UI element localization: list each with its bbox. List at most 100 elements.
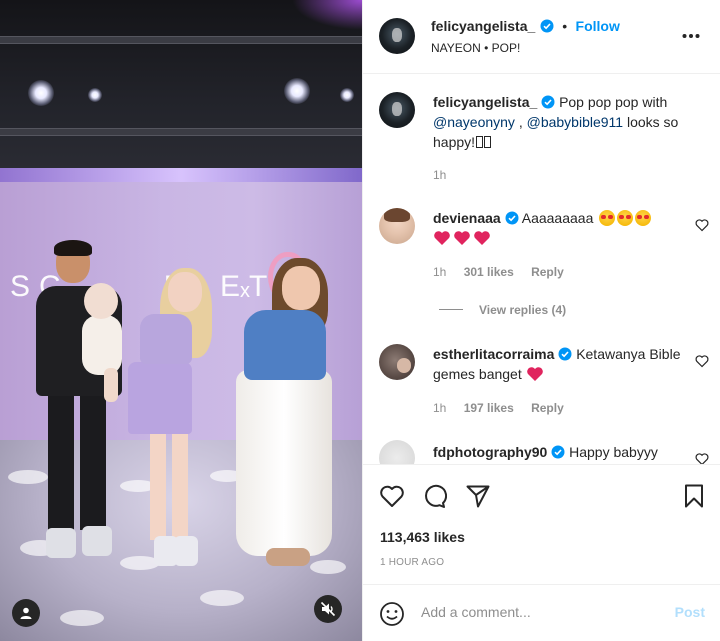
tagged-users-button[interactable] bbox=[12, 599, 40, 627]
caption-username[interactable]: felicyangelista_ bbox=[433, 94, 537, 110]
red-heart-emoji-icon bbox=[474, 231, 490, 245]
mute-button[interactable] bbox=[314, 595, 342, 623]
person-girl bbox=[174, 536, 198, 566]
header-user-row: felicyangelista_ • Follow bbox=[431, 18, 620, 36]
emoji-picker-icon[interactable] bbox=[379, 601, 405, 627]
person-baby bbox=[104, 368, 118, 402]
stage-spotlight bbox=[284, 78, 310, 104]
person-girl bbox=[128, 362, 192, 434]
missing-glyph-icon bbox=[484, 136, 492, 148]
person-man bbox=[46, 528, 76, 558]
ceiling-truss bbox=[0, 36, 362, 44]
comment-likes[interactable]: 197 likes bbox=[464, 401, 514, 415]
comment-meta: 1h 197 likes Reply bbox=[433, 401, 564, 415]
star-struck-emoji-icon bbox=[617, 210, 634, 226]
stage-spotlight bbox=[88, 88, 102, 102]
reply-button[interactable]: Reply bbox=[531, 401, 564, 415]
avatar[interactable] bbox=[379, 344, 415, 380]
like-comment-heart-icon[interactable] bbox=[695, 354, 709, 368]
red-heart-emoji-icon bbox=[454, 231, 470, 245]
speaker-muted-icon bbox=[320, 601, 336, 617]
avatar[interactable] bbox=[379, 440, 415, 464]
caption-timestamp[interactable]: 1h bbox=[433, 168, 446, 182]
verified-badge-icon bbox=[551, 445, 565, 459]
post-header: felicyangelista_ • Follow NAYEON • POP! bbox=[363, 0, 720, 74]
comments-list[interactable]: felicyangelista_ Pop pop pop with @nayeo… bbox=[363, 74, 720, 464]
comment-likes[interactable]: 301 likes bbox=[464, 265, 514, 279]
avatar[interactable] bbox=[379, 208, 415, 244]
ceiling-truss bbox=[0, 128, 362, 136]
comment-timestamp[interactable]: 1h bbox=[433, 401, 446, 415]
comment-meta: 1h 301 likes Reply bbox=[433, 265, 564, 279]
post-actions: 113,463 likes 1 HOUR AGO bbox=[363, 464, 720, 584]
comment-username[interactable]: devienaaa bbox=[433, 210, 501, 226]
reply-button[interactable]: Reply bbox=[531, 265, 564, 279]
stage-spotlight bbox=[28, 80, 54, 106]
person-man bbox=[48, 390, 74, 530]
user-tag-icon bbox=[20, 607, 32, 619]
star-struck-emoji-icon bbox=[635, 210, 652, 226]
verified-badge-icon bbox=[541, 95, 555, 109]
comment-input[interactable]: Add a comment... bbox=[421, 604, 531, 620]
floor-light bbox=[310, 560, 346, 574]
post-author-username[interactable]: felicyangelista_ bbox=[431, 18, 535, 34]
avatar[interactable] bbox=[379, 18, 415, 54]
comment-body: devienaaa Aaaaaaaaa bbox=[433, 208, 683, 248]
person-man bbox=[82, 526, 112, 556]
post-side-panel: felicyangelista_ • Follow NAYEON • POP! … bbox=[362, 0, 720, 641]
person-girl bbox=[168, 272, 202, 312]
post-media-video[interactable]: SC RLET x bbox=[0, 0, 362, 641]
red-heart-emoji-icon bbox=[434, 231, 450, 245]
save-bookmark-icon[interactable] bbox=[681, 483, 707, 509]
star-struck-emoji-icon bbox=[599, 210, 616, 226]
backdrop-separator: x bbox=[240, 280, 250, 302]
comment-timestamp[interactable]: 1h bbox=[433, 265, 446, 279]
person-man bbox=[80, 390, 106, 530]
view-replies-label: View replies (4) bbox=[479, 303, 567, 317]
comment-body: fdphotography90 Happy babyyy bbox=[433, 442, 683, 462]
like-heart-icon[interactable] bbox=[379, 483, 405, 509]
caption-text: Pop pop pop with bbox=[559, 94, 668, 110]
like-comment-heart-icon[interactable] bbox=[695, 218, 709, 232]
person-girl bbox=[140, 314, 192, 364]
separator-dot: • bbox=[562, 18, 568, 34]
comment-bubble-icon[interactable] bbox=[421, 483, 447, 509]
avatar[interactable] bbox=[379, 92, 415, 128]
comment-username[interactable]: fdphotography90 bbox=[433, 444, 547, 460]
comment-username[interactable]: estherlitacorraima bbox=[433, 346, 554, 362]
add-comment-bar: Add a comment... Post bbox=[363, 584, 720, 641]
person-girl bbox=[172, 430, 188, 540]
person-baby bbox=[84, 283, 118, 319]
floor-light bbox=[200, 590, 244, 606]
comment-body: estherlitacorraima Ketawanya Bible gemes… bbox=[433, 344, 683, 384]
person-woman bbox=[282, 266, 320, 310]
person-baby bbox=[82, 315, 122, 375]
share-send-icon[interactable] bbox=[465, 483, 491, 509]
likes-count[interactable]: 113,463 likes bbox=[380, 529, 465, 545]
red-heart-emoji-icon bbox=[526, 367, 543, 381]
verified-badge-icon bbox=[505, 211, 519, 225]
view-replies-button[interactable]: View replies (4) bbox=[439, 303, 566, 317]
post-caption: felicyangelista_ Pop pop pop with @nayeo… bbox=[433, 92, 693, 152]
person-girl bbox=[150, 430, 166, 540]
verified-badge-icon bbox=[558, 347, 572, 361]
stage-light-glow bbox=[292, 0, 362, 30]
person-woman bbox=[244, 310, 326, 380]
comment-text: Happy babyyy bbox=[569, 444, 658, 460]
floor-light bbox=[8, 470, 48, 484]
mention-link[interactable]: @babybible911 bbox=[527, 114, 623, 130]
follow-button[interactable]: Follow bbox=[576, 18, 620, 34]
audio-track-link[interactable]: NAYEON • POP! bbox=[431, 41, 520, 55]
mention-link[interactable]: @nayeonyny bbox=[433, 114, 515, 130]
person-woman bbox=[266, 548, 310, 566]
person-man bbox=[54, 240, 92, 256]
missing-glyph-icon bbox=[476, 136, 484, 148]
like-comment-heart-icon[interactable] bbox=[695, 452, 709, 464]
post-timestamp[interactable]: 1 HOUR AGO bbox=[380, 557, 444, 568]
stage-spotlight bbox=[340, 88, 354, 102]
more-options-icon[interactable] bbox=[682, 33, 700, 39]
post-comment-button[interactable]: Post bbox=[675, 604, 705, 620]
comment-text: Aaaaaaaaa bbox=[521, 210, 594, 226]
caption-text: , bbox=[518, 114, 523, 130]
floor-light bbox=[60, 610, 104, 626]
